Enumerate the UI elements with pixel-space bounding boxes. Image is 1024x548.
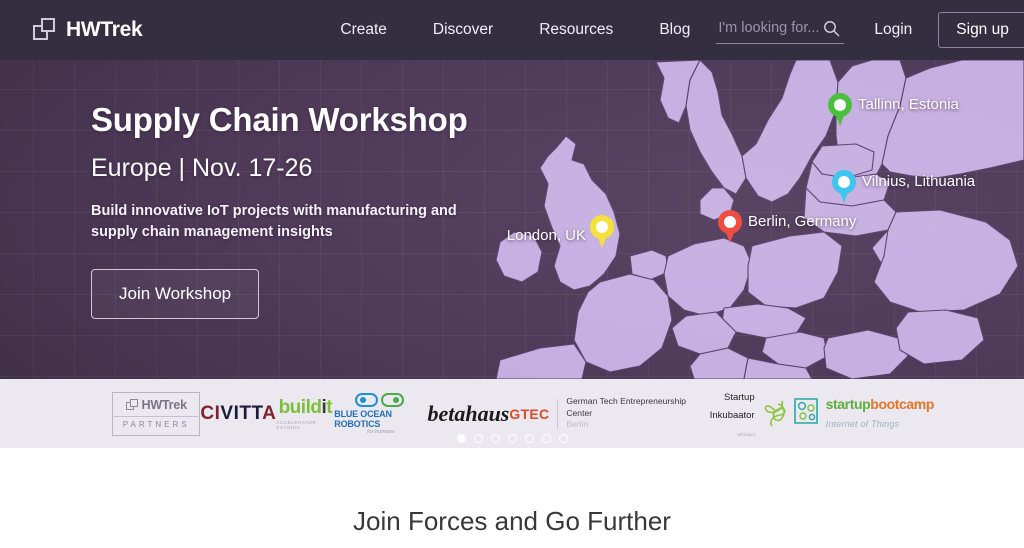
partner-logo-betahaus[interactable]: betahaus <box>427 401 509 427</box>
robot-eyes-icon <box>354 392 407 407</box>
search-icon[interactable] <box>823 20 840 37</box>
carousel-dot[interactable] <box>473 434 483 443</box>
top-navigation-bar: HWTrek Create Discover Resources Blog Lo… <box>0 0 1024 60</box>
carousel-dot[interactable] <box>507 434 517 443</box>
map-pin-label: Vilnius, Lithuania <box>862 173 976 190</box>
hero-description: Build innovative IoT projects with manuf… <box>91 203 457 241</box>
hwtrek-squares-logo-icon <box>125 399 139 411</box>
partner-subtitle: German Tech Entrepreneurship Center <box>566 396 687 418</box>
iot-sensors-icon <box>792 396 820 431</box>
signup-button[interactable]: Sign up <box>938 12 1024 48</box>
nav-link-resources[interactable]: Resources <box>539 21 613 39</box>
partner-subtitle: Internet of Things <box>825 418 900 429</box>
carousel-dots[interactable] <box>0 434 1024 443</box>
map-pin-label: Berlin, Germany <box>748 213 857 230</box>
nav-link-blog[interactable]: Blog <box>659 21 690 39</box>
account-actions: Login Sign up <box>874 12 1024 48</box>
map-pin-icon <box>590 215 614 248</box>
carousel-dot[interactable] <box>524 434 534 443</box>
clover-icon <box>758 394 792 433</box>
partner-extra: Berlin <box>566 419 589 430</box>
hero-content: Supply Chain Workshop Europe | Nov. 17-2… <box>91 101 491 320</box>
below-fold-section: Join Forces and Go Further <box>0 448 1024 548</box>
partner-title: BLUE OCEAN ROBOTICS <box>334 408 392 429</box>
partner-title: betahaus <box>427 400 510 426</box>
search-box[interactable] <box>716 17 845 44</box>
partner-title-b: bootcamp <box>870 395 934 412</box>
map-pin-label: London, UK <box>506 227 586 244</box>
nav-link-discover[interactable]: Discover <box>433 21 493 39</box>
partner-logo-hwtrek-partners[interactable]: HWTrek PARTNERS <box>112 391 201 436</box>
divider <box>114 416 199 417</box>
partner-logo-startup-inkubaator[interactable]: Startup Inkubaator tehnopol <box>690 387 792 441</box>
carousel-dot[interactable] <box>558 434 568 443</box>
partner-logo-buildit[interactable]: buildit ACCELERATOR ESTONIA <box>276 397 334 430</box>
brand-logo-link[interactable]: HWTrek <box>33 18 143 42</box>
partner-subtitle: PARTNERS <box>122 420 190 429</box>
partner-logo-civitta[interactable]: CIVITTA <box>200 403 276 425</box>
map-pin-london[interactable]: London, UK <box>507 215 614 248</box>
nav-link-create[interactable]: Create <box>340 21 387 39</box>
partner-subtitle: ACCELERATOR ESTONIA <box>276 420 317 430</box>
login-link[interactable]: Login <box>874 21 912 39</box>
partner-title: buildit <box>278 397 333 418</box>
map-pin-label: Tallinn, Estonia <box>858 96 959 113</box>
partner-logo-startupbootcamp[interactable]: startupbootcamp Internet of Things <box>792 396 934 432</box>
partner-logo-gtec[interactable]: GTEC German Tech Entrepreneurship Center… <box>509 396 690 431</box>
partner-title: HWTrek <box>141 398 188 412</box>
hwtrek-squares-logo-icon <box>33 18 59 42</box>
partner-logo-blue-ocean-robotics[interactable]: BLUE OCEAN ROBOTICS for humans <box>334 392 427 435</box>
hero-title: Supply Chain Workshop <box>91 101 468 138</box>
map-pin-icon <box>828 93 852 126</box>
primary-nav-links: Create Discover Resources Blog <box>340 21 690 39</box>
map-pin-vilnius[interactable]: Vilnius, Lithuania <box>832 170 975 203</box>
map-pin-icon <box>718 210 742 243</box>
partner-title: GTEC <box>509 405 550 422</box>
carousel-dot[interactable] <box>456 434 466 443</box>
join-workshop-button[interactable]: Join Workshop <box>91 269 260 320</box>
divider <box>557 398 559 429</box>
map-pin-berlin[interactable]: Berlin, Germany <box>718 210 856 243</box>
carousel-dot[interactable] <box>490 434 500 443</box>
hero-banner: Supply Chain Workshop Europe | Nov. 17-2… <box>0 60 1024 379</box>
brand-name: HWTrek <box>66 18 143 41</box>
section-title: Join Forces and Go Further <box>353 506 671 536</box>
map-pin-icon <box>832 170 856 203</box>
partner-title-a: startup <box>825 395 871 412</box>
carousel-dot[interactable] <box>541 434 551 443</box>
partners-logo-bar: HWTrek PARTNERS CIVITTA buildit ACCELERA… <box>0 379 1024 448</box>
hero-subtitle: Europe | Nov. 17-26 <box>91 154 313 183</box>
map-pin-tallinn[interactable]: Tallinn, Estonia <box>828 93 959 126</box>
partner-title: CIVITTA <box>200 402 277 424</box>
partner-title: Startup Inkubaator <box>709 391 755 421</box>
